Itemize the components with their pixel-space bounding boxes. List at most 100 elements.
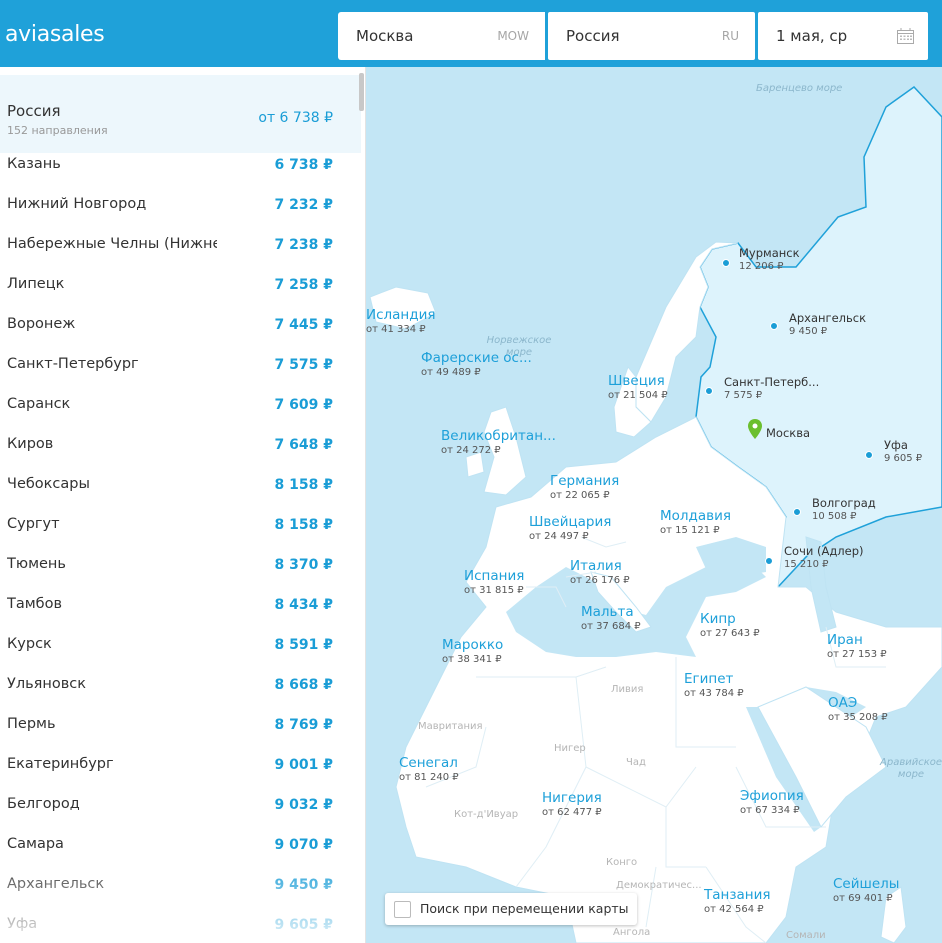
destination-row[interactable]: Саранск 7 609 ₽	[0, 386, 361, 426]
destination-price: 7 232 ₽	[274, 197, 333, 213]
destination-row[interactable]: Набережные Челны (Нижнекамск) 7 238 ₽	[0, 226, 361, 266]
city-marker[interactable]: Москва	[766, 426, 810, 441]
country-marker[interactable]: Исландия от 41 334 ₽	[366, 307, 435, 335]
destination-row[interactable]: Тюмень 8 370 ₽	[0, 546, 361, 586]
city-price: 9 450 ₽	[789, 326, 828, 337]
city-dot[interactable]	[705, 387, 713, 395]
city-marker[interactable]: Санкт-Петерб... 7 575 ₽	[724, 375, 819, 401]
sea-label: Аравийское море	[880, 757, 942, 780]
destination-row[interactable]: Нижний Новгород 7 232 ₽	[0, 186, 361, 226]
map[interactable]: Баренцево море Норвежское море Аравийско…	[366, 67, 942, 943]
country-price: от 24 272 ₽	[441, 445, 501, 456]
country-price: от 15 121 ₽	[660, 525, 720, 536]
country-marker[interactable]: Фарерские ос... от 49 489 ₽	[421, 350, 532, 378]
origin-field[interactable]: Москва MOW	[338, 12, 545, 60]
city-dot[interactable]	[765, 557, 773, 565]
destination-city: Санкт-Петербург	[7, 356, 139, 372]
sidebar-scrollbar[interactable]	[359, 73, 364, 111]
country-marker[interactable]: Мальта от 37 684 ₽	[581, 604, 641, 632]
country-marker[interactable]: Кипр от 27 643 ₽	[700, 611, 760, 639]
sea-label: Баренцево море	[756, 83, 843, 94]
city-marker[interactable]: Мурманск 12 206 ₽	[739, 246, 800, 272]
country-price: от 67 334 ₽	[740, 805, 800, 816]
country-marker[interactable]: Эфиопия от 67 334 ₽	[740, 788, 804, 816]
country-marker[interactable]: Германия от 22 065 ₽	[550, 473, 619, 501]
destination-price: 9 001 ₽	[274, 757, 333, 773]
destination-price: 7 609 ₽	[274, 397, 333, 413]
country-price: от 81 240 ₽	[399, 772, 459, 783]
country-name: Мальта	[581, 604, 634, 620]
city-marker[interactable]: Сочи (Адлер) 15 210 ₽	[784, 544, 864, 570]
destination-city: Тамбов	[7, 596, 63, 612]
city-dot[interactable]	[793, 508, 801, 516]
city-name: Сочи (Адлер)	[784, 544, 864, 558]
destination-row[interactable]: Тамбов 8 434 ₽	[0, 586, 361, 626]
destination-city: Киров	[7, 436, 54, 452]
country-summary[interactable]: Россия 152 направления от 6 738 ₽	[0, 75, 361, 153]
top-header: aviasales Москва MOW Россия RU 1 мая, ср	[0, 0, 942, 67]
destination-price: 7 445 ₽	[274, 317, 333, 333]
city-price: 15 210 ₽	[784, 559, 829, 570]
destination-row[interactable]: Архангельск 9 450 ₽	[0, 866, 361, 906]
city-marker[interactable]: Уфа 9 605 ₽	[884, 438, 922, 464]
country-name: ОАЭ	[828, 695, 858, 711]
destination-price: 8 434 ₽	[274, 597, 333, 613]
destination-row[interactable]: Курск 8 591 ₽	[0, 626, 361, 666]
country-marker[interactable]: Марокко от 38 341 ₽	[442, 637, 503, 665]
destination-row[interactable]: Чебоксары 8 158 ₽	[0, 466, 361, 506]
map-move-search-control[interactable]: Поиск при перемещении карты	[385, 893, 637, 925]
destination-row[interactable]: Уфа 9 605 ₽	[0, 906, 361, 943]
country-marker[interactable]: Сенегал от 81 240 ₽	[399, 755, 459, 783]
destination-row[interactable]: Воронеж 7 445 ₽	[0, 306, 361, 346]
country-marker[interactable]: Иран от 27 153 ₽	[827, 632, 887, 660]
city-dot[interactable]	[770, 322, 778, 330]
city-price: 10 508 ₽	[812, 511, 857, 522]
destinations-sidebar: Россия 152 направления от 6 738 ₽ Казань…	[0, 67, 366, 943]
country-marker[interactable]: Танзания от 42 564 ₽	[704, 887, 771, 915]
country-name: Исландия	[366, 307, 436, 323]
destination-price: 6 738 ₽	[274, 157, 333, 173]
destination-row[interactable]: Сургут 8 158 ₽	[0, 506, 361, 546]
destination-row[interactable]: Ульяновск 8 668 ₽	[0, 666, 361, 706]
region-label: Ливия	[611, 684, 644, 695]
destination-price: 9 450 ₽	[274, 877, 333, 893]
city-marker[interactable]: Архангельск 9 450 ₽	[789, 311, 866, 337]
destination-row[interactable]: Киров 7 648 ₽	[0, 426, 361, 466]
country-marker[interactable]: Египет от 43 784 ₽	[684, 671, 744, 699]
city-dot[interactable]	[722, 259, 730, 267]
destination-city: Саранск	[7, 396, 71, 412]
destination-row[interactable]: Самара 9 070 ₽	[0, 826, 361, 866]
destination-city: Сургут	[7, 516, 60, 532]
destination-row[interactable]: Санкт-Петербург 7 575 ₽	[0, 346, 361, 386]
destination-city: Пермь	[7, 716, 56, 732]
country-marker[interactable]: Испания от 31 815 ₽	[464, 568, 524, 596]
country-marker[interactable]: Сейшелы от 69 401 ₽	[833, 876, 899, 904]
country-marker[interactable]: Швейцария от 24 497 ₽	[529, 514, 611, 542]
destination-field[interactable]: Россия RU	[548, 12, 755, 60]
destination-city: Воронеж	[7, 316, 76, 332]
destination-row[interactable]: Казань 6 738 ₽	[0, 146, 361, 186]
country-marker[interactable]: ОАЭ от 35 208 ₽	[828, 695, 888, 723]
country-min-price: от 6 738 ₽	[258, 110, 333, 126]
destination-city: Уфа	[7, 916, 38, 932]
date-field[interactable]: 1 мая, ср	[758, 12, 928, 60]
country-price: от 22 065 ₽	[550, 490, 610, 501]
city-name: Волгоград	[812, 496, 876, 510]
destination-row[interactable]: Липецк 7 258 ₽	[0, 266, 361, 306]
origin-code: MOW	[497, 29, 529, 43]
destination-row[interactable]: Пермь 8 769 ₽	[0, 706, 361, 746]
country-marker[interactable]: Нигерия от 62 477 ₽	[542, 790, 602, 818]
logo[interactable]: aviasales	[5, 22, 105, 47]
country-marker[interactable]: Италия от 26 176 ₽	[570, 558, 630, 586]
country-price: от 41 334 ₽	[366, 324, 426, 335]
map-move-search-checkbox[interactable]	[394, 901, 411, 918]
region-label: Чад	[626, 757, 646, 768]
country-marker[interactable]: Молдавия от 15 121 ₽	[660, 508, 731, 536]
destination-row[interactable]: Белгород 9 032 ₽	[0, 786, 361, 826]
city-dot[interactable]	[865, 451, 873, 459]
country-marker[interactable]: Великобритан... от 24 272 ₽	[441, 428, 556, 456]
destination-row[interactable]: Екатеринбург 9 001 ₽	[0, 746, 361, 786]
city-marker[interactable]: Волгоград 10 508 ₽	[812, 496, 876, 522]
country-marker[interactable]: Швеция от 21 504 ₽	[608, 373, 668, 401]
country-name: Фарерские ос...	[421, 350, 532, 366]
